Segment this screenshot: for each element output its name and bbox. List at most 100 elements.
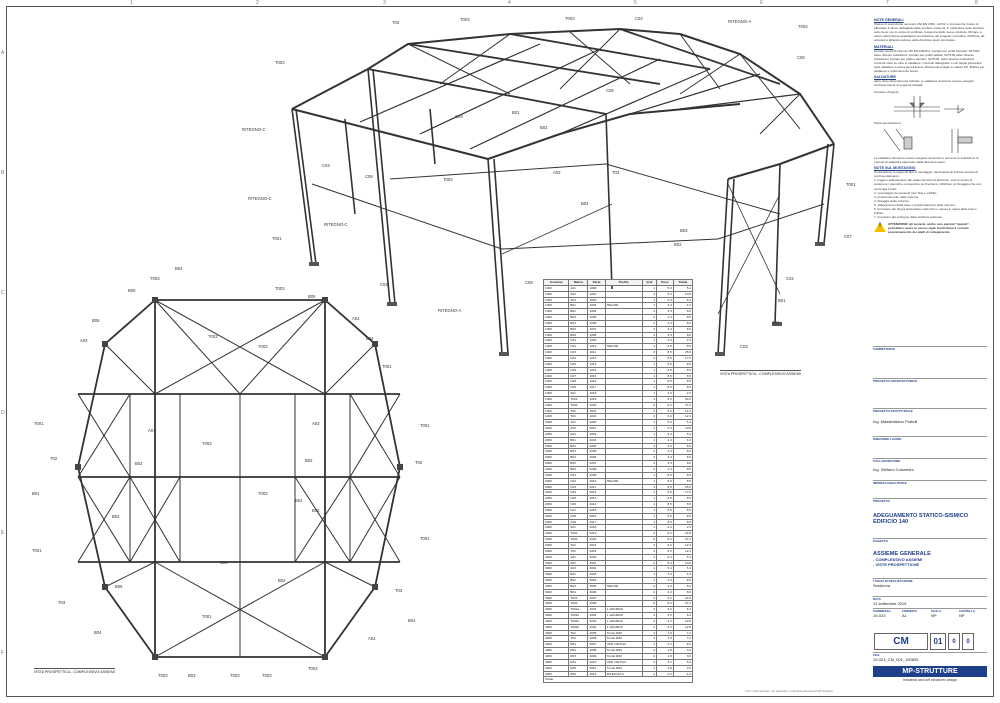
impresa-block: IMPRESA ESECUTRICE — [873, 480, 987, 499]
member-label: T003 — [208, 334, 218, 339]
member-label: RITEGNO-C — [242, 127, 266, 132]
row-letter: E — [1, 530, 5, 536]
member-label: B03 — [680, 228, 688, 233]
drawing-sheet: 1 2 3 4 5 6 7 8 A B C D E F T03 T003 T00… — [0, 0, 1000, 703]
collab-label: COLLABORATORE — [873, 459, 901, 463]
member-label: B01 — [512, 110, 520, 115]
member-label: S01 — [772, 320, 780, 325]
member-label: C03 — [740, 344, 748, 349]
column-number: 3 — [383, 0, 386, 6]
member-label: T003 — [262, 673, 272, 678]
member-label: RITEGNO-C — [324, 222, 348, 227]
member-label: T001 — [202, 614, 212, 619]
date-value: 12 settembre 2019 — [873, 601, 907, 606]
company-logo: MP-STRUTTURE — [873, 666, 987, 677]
subject-line: - VISTE PROSPETTICHE — [873, 562, 920, 567]
client-label: COMMITTENTE — [873, 347, 895, 351]
sheet-cell: CARTELLA NP — [959, 609, 987, 631]
impresa-label: IMPRESA ESECUTRICE — [873, 481, 907, 485]
member-label: T003 — [460, 17, 470, 22]
place-value: Sesto/ora — [873, 583, 891, 588]
job-row: COMMESSA 19-023 FORMATO A1 SCALA NP CARTELL… — [873, 608, 987, 631]
member-label: T003 — [275, 286, 285, 291]
project-block: PROGETTO ADEGUAMENTO STATICO-SISMICO EDI… — [873, 498, 987, 539]
member-label: B02 — [135, 461, 143, 466]
subject-label: OGGETTO — [873, 539, 888, 543]
dl-label: DIREZIONE LAVORI — [873, 437, 902, 441]
materials-text: Acciaio secondo Norma UNI EN 10025-2. Ac… — [874, 48, 985, 74]
arch-block: PROGETTO ARCHITETTONICO — [873, 378, 987, 409]
member-label: T02 — [50, 456, 58, 461]
member-label: A02 — [368, 636, 376, 641]
column-number: 8 — [975, 0, 978, 6]
member-label: B02 — [295, 498, 303, 503]
member-label: B04 — [408, 618, 416, 623]
member-label: B03 — [188, 673, 196, 678]
member-label: C05 — [606, 88, 614, 93]
member-label: T003 — [443, 177, 453, 182]
member-label: B02 — [674, 242, 682, 247]
member-label: T001 — [420, 423, 430, 428]
collab-value: Ing. Stefano Colombini — [873, 467, 914, 472]
member-label: C06 — [797, 55, 805, 60]
row-letter: C — [1, 290, 5, 296]
arch-label: PROGETTO ARCHITETTONICO — [873, 379, 918, 383]
table-total-label: Totale — [543, 676, 693, 684]
code-cm: CM — [874, 633, 928, 650]
member-label: B06 — [115, 584, 123, 589]
format-cell: FORMATO A1 — [902, 609, 931, 631]
code-rev-b: 0 — [962, 633, 974, 650]
welding-note: Le saldature dovranno essere eseguite da… — [874, 155, 979, 164]
member-label: B02 — [305, 458, 313, 463]
subject-block: OGGETTO ASSIEME GENERALE - COMPLESSIVO A… — [873, 538, 987, 579]
project-title: ADEGUAMENTO STATICO-SISMICO EDIFICIO 140 — [873, 513, 969, 525]
member-label: C09 — [525, 280, 533, 285]
footer-copyright: Tutti i diritti riservati - all' elabora… — [745, 689, 834, 693]
member-label: T03 — [395, 588, 403, 593]
member-label: B05 — [312, 508, 320, 513]
member-label: B06 — [92, 318, 100, 323]
code-rev-a: 0 — [948, 633, 960, 650]
member-label: T003 — [230, 673, 240, 678]
member-label: B01 — [778, 298, 786, 303]
member-label: B03 — [175, 266, 183, 271]
member-label: T001 — [420, 536, 430, 541]
member-label: T001 — [846, 182, 856, 187]
format-value: A1 — [902, 613, 907, 618]
member-label: C08 — [365, 174, 373, 179]
member-label: B02 — [540, 125, 548, 130]
member-label: C04 — [635, 16, 643, 21]
member-label: T003 — [158, 673, 168, 678]
column-number: 7 — [886, 0, 889, 6]
member-label: RITEGNO-A — [728, 19, 751, 24]
member-label: T003 — [150, 276, 160, 281]
member-label: T003 — [202, 441, 212, 446]
sheet-value: NP — [959, 613, 965, 618]
member-label: T003 — [565, 16, 575, 21]
member-label: C03 — [455, 114, 463, 119]
dl-block: DIREZIONE LAVORI — [873, 436, 987, 459]
member-label: B02 — [278, 578, 286, 583]
file-block: FILE 19-023_CM_001_190830 — [873, 652, 987, 665]
member-label: B04 — [581, 201, 589, 206]
member-label: A03 — [80, 338, 88, 343]
member-label: T02 — [415, 460, 423, 465]
assembly-text: Si prevedono le seguenti fasi di montagg… — [874, 170, 978, 179]
member-label: T003 — [798, 24, 808, 29]
warning-text: ATTENZIONE: gli assiemi, anche se/o parz… — [888, 222, 970, 235]
scale-cell: SCALA NP — [931, 609, 959, 631]
member-label: T001 — [34, 421, 44, 426]
struct-value: Ing. Massimiliano Pratelli — [873, 419, 918, 424]
job-cell: COMMESSA 19-023 — [873, 609, 902, 631]
project-label: PROGETTO — [873, 499, 890, 503]
column-number: 1 — [130, 0, 133, 6]
row-letter: A — [1, 50, 5, 56]
member-label: T003 — [258, 491, 268, 496]
member-label: T03 — [58, 600, 66, 605]
member-label: B02 — [112, 514, 120, 519]
company-tagline: Industrial and civil structures design — [903, 678, 957, 682]
table-total-row: Totale — [543, 676, 693, 684]
member-label: T03 — [612, 170, 620, 175]
member-label: B05 — [128, 288, 136, 293]
member-label: C02 — [786, 276, 794, 281]
